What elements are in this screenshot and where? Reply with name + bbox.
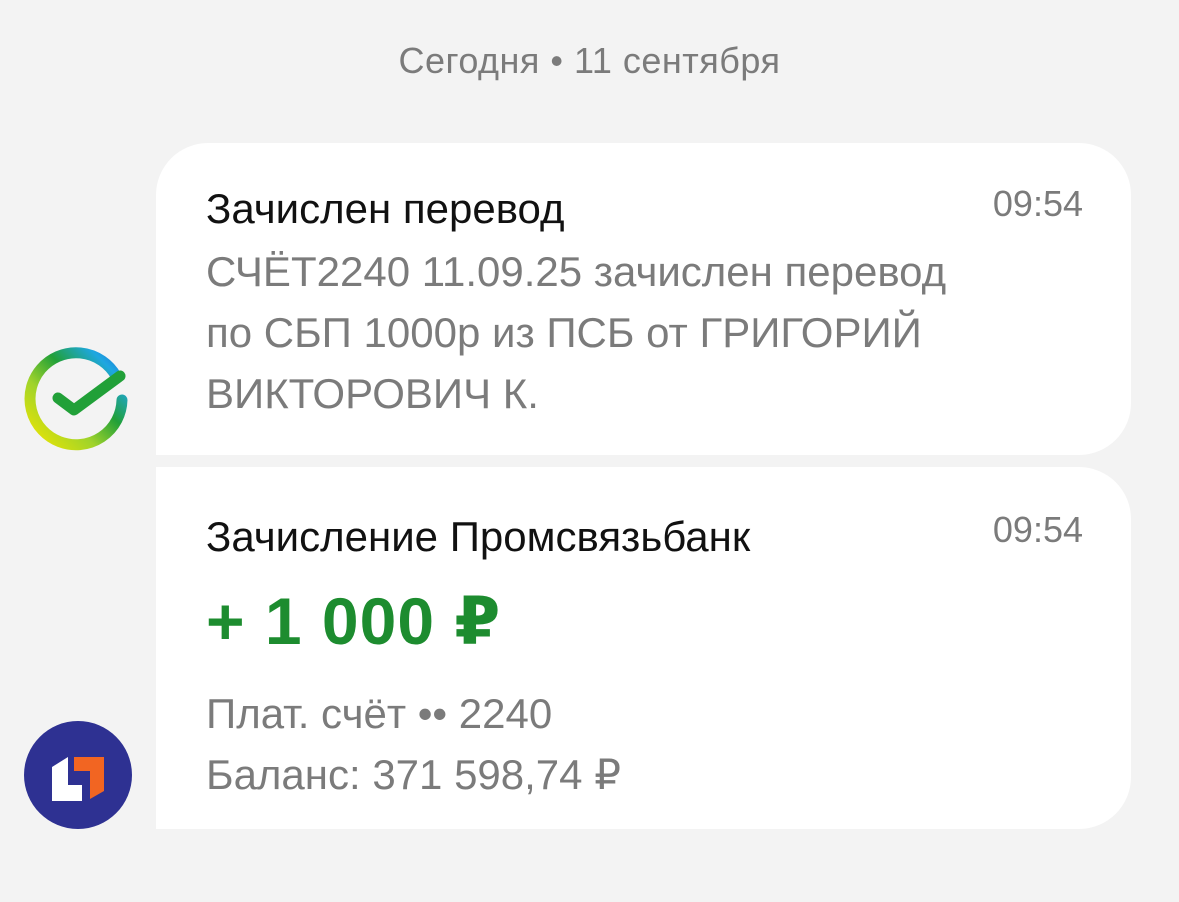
- psb-logo-icon: [24, 721, 132, 829]
- message-title: Зачисление Промсвязьбанк: [206, 513, 751, 560]
- account-details: Плат. счёт •• 2240 Баланс: 371 598,74 ₽: [206, 683, 1083, 805]
- balance-value: Баланс: 371 598,74 ₽: [206, 751, 621, 798]
- message-time: 09:54: [992, 183, 1083, 224]
- amount-value: + 1 000 ₽: [206, 584, 502, 658]
- message-bubble-credit[interactable]: Зачисление Промсвязьбанк 09:54 + 1 000 ₽…: [156, 467, 1131, 829]
- message-bubble-transfer[interactable]: Зачислен перевод 09:54 СЧЁТ2240 11.09.25…: [156, 143, 1131, 455]
- account-number: Плат. счёт •• 2240: [206, 690, 553, 737]
- sber-logo-icon: [24, 346, 132, 454]
- message-time: 09:54: [992, 509, 1083, 550]
- message-body: СЧЁТ2240 11.09.25 зачислен перевод по СБ…: [206, 248, 947, 417]
- date-separator: Сегодня • 11 сентября: [398, 40, 781, 81]
- chat-screen: Сегодня • 11 сентября Зачислен перевод 0…: [0, 0, 1179, 902]
- message-title: Зачислен перевод: [206, 185, 565, 232]
